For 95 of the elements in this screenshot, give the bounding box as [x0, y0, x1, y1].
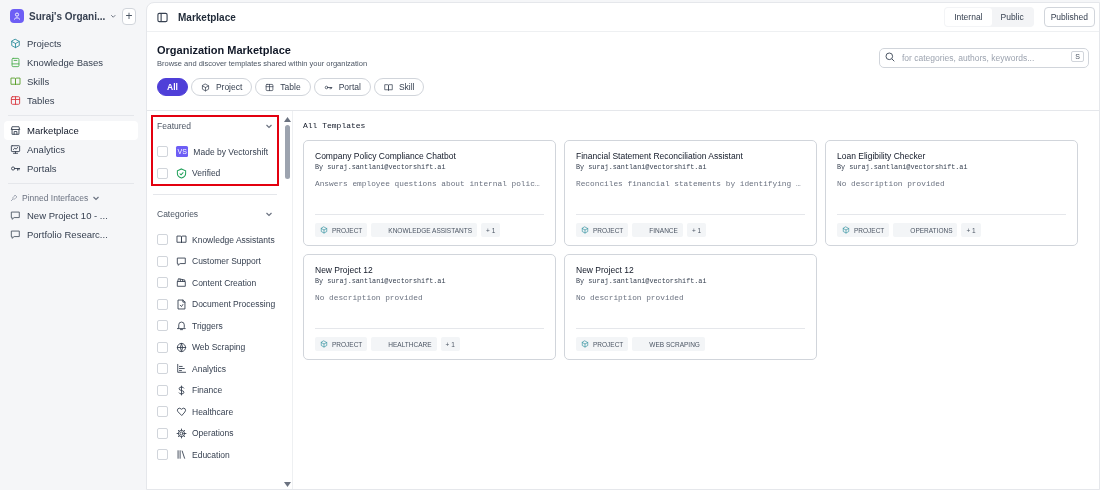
checkbox[interactable] [157, 341, 168, 353]
chevron-down-icon [265, 122, 273, 130]
sidebar-item[interactable]: Portals [4, 159, 138, 178]
checkbox[interactable] [157, 234, 168, 246]
marketplace-heading: Organization Marketplace [157, 44, 292, 56]
chevron-down-icon [110, 12, 117, 20]
scroll-down-icon[interactable] [283, 482, 291, 487]
pinned-interface-item[interactable]: New Project 10 - ... [4, 206, 138, 225]
published-button[interactable]: Published [1043, 7, 1095, 27]
add-button[interactable]: + [121, 7, 136, 25]
chat-bubble-icon [10, 229, 21, 240]
template-title: Financial Statement Reconciliation Assistant [576, 151, 744, 161]
heart-icon [176, 406, 187, 418]
sidebar-item[interactable]: Knowledge Bases [4, 53, 138, 72]
cube-icon [10, 38, 21, 49]
sidebar-item[interactable]: Projects [4, 34, 138, 53]
filter-option-label[interactable]: Education [192, 449, 230, 460]
scroll-up-icon[interactable] [283, 117, 291, 122]
table-icon [265, 82, 275, 92]
filter-chip[interactable]: Project [190, 78, 253, 96]
library-icon [176, 449, 187, 461]
checkbox[interactable] [157, 255, 168, 267]
filter-option-label[interactable]: Verified [192, 168, 221, 179]
sidebar-item[interactable]: Analytics [4, 140, 138, 159]
book-icon [10, 57, 21, 68]
sidebar-item[interactable]: Tables [4, 91, 138, 110]
clapperboard-icon [176, 277, 187, 289]
bell-icon [176, 320, 187, 332]
checkbox[interactable] [157, 320, 168, 332]
section-title: All Templates [303, 121, 367, 130]
scrollbar-thumb[interactable] [284, 125, 290, 179]
filter-option-label[interactable]: Finance [192, 385, 223, 396]
filter-option-label[interactable]: Knowledge Assistants [192, 234, 275, 245]
org-name[interactable]: Suraj's Organi... [29, 10, 106, 22]
chevron-down-icon [265, 210, 273, 218]
open-book-icon [383, 82, 393, 92]
filter-option-label[interactable]: Content Creation [192, 277, 257, 288]
filter-chip[interactable]: Table [255, 78, 311, 96]
monitor-icon [10, 144, 21, 155]
template-title: Company Policy Compliance Chatbot [315, 151, 457, 161]
filter-section-title[interactable]: Categories [157, 209, 199, 219]
sidebar-toggle-icon[interactable] [157, 11, 168, 23]
section-label[interactable]: Pinned Interfaces [22, 192, 89, 203]
checkbox[interactable] [157, 449, 168, 461]
table-icon [10, 95, 21, 106]
filter-option-label[interactable]: Made by Vectorshift [193, 146, 268, 157]
checkbox[interactable] [157, 298, 168, 310]
globe-icon [176, 341, 187, 353]
filter-chip[interactable]: All [157, 78, 188, 96]
chat-bubble-icon [176, 255, 187, 267]
filter-option-label[interactable]: Document Processing [192, 299, 276, 310]
template-title: Loan Eligibility Checker [837, 151, 927, 161]
sidebar-item[interactable]: Marketplace [4, 121, 138, 140]
filter-option-label[interactable]: Analytics [192, 363, 226, 374]
filter-option-label[interactable]: Customer Support [192, 256, 261, 267]
filter-section-title[interactable]: Featured [157, 121, 192, 131]
verified-shield-icon [176, 167, 187, 179]
template-title: New Project 12 [576, 265, 635, 275]
open-book-icon [176, 234, 187, 246]
checkbox[interactable] [157, 277, 168, 289]
bar-chart-icon [176, 363, 187, 375]
filter-option-label[interactable]: Web Scraping [192, 342, 246, 353]
checkbox[interactable] [157, 384, 168, 396]
toggle-option[interactable]: Public [991, 8, 1033, 26]
cube-icon [842, 226, 850, 234]
checkbox[interactable] [157, 427, 168, 439]
cube-icon [581, 226, 589, 234]
template-title: New Project 12 [315, 265, 374, 275]
filter-chip[interactable]: Portal [313, 78, 371, 96]
dollar-icon [176, 384, 187, 396]
filter-chip[interactable]: Skill [373, 78, 425, 96]
document-icon [176, 298, 187, 310]
chat-bubble-icon [10, 210, 21, 221]
filter-option-label[interactable]: Healthcare [192, 406, 234, 417]
checkbox[interactable] [157, 363, 168, 375]
key-icon [10, 163, 21, 174]
checkbox[interactable] [157, 146, 168, 158]
filter-option-label[interactable]: Triggers [192, 320, 223, 331]
cube-icon [320, 226, 328, 234]
store-icon [10, 125, 21, 136]
org-avatar-icon [10, 9, 24, 23]
cube-icon [320, 340, 328, 348]
toggle-option[interactable]: Internal [945, 8, 992, 26]
checkbox[interactable] [157, 167, 168, 179]
pin-icon [10, 193, 18, 202]
gear-icon [176, 427, 187, 439]
open-book-icon [10, 76, 21, 87]
sidebar-item[interactable]: Skills [4, 72, 138, 91]
cube-icon [200, 82, 210, 92]
search-icon [885, 52, 895, 62]
page-title: Marketplace [178, 11, 236, 23]
checkbox[interactable] [157, 406, 168, 418]
cube-icon [581, 340, 589, 348]
pinned-interface-item[interactable]: Portfolio Researc... [4, 225, 138, 244]
filter-option-label[interactable]: Operations [192, 428, 234, 439]
